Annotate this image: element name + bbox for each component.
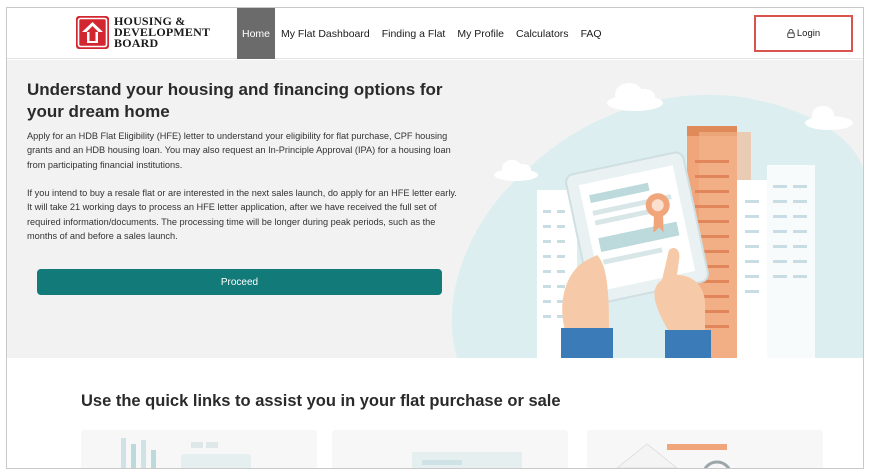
chart-illustration-icon: [121, 438, 251, 468]
nav-finding-a-flat[interactable]: Finding a Flat: [376, 8, 452, 59]
hero-title: Understand your housing and financing op…: [27, 80, 443, 121]
quick-links-title: Use the quick links to assist you in you…: [81, 392, 561, 410]
lock-icon: [787, 29, 795, 38]
hero-paragraph-resale: If you intend to buy a resale flat or ar…: [27, 188, 457, 242]
hero-paragraph-hfe: Apply for an HDB Flat Eligibility (HFE) …: [27, 131, 451, 170]
nav-faq[interactable]: FAQ: [575, 8, 608, 59]
hero-section: Understand your housing and financing op…: [7, 60, 863, 358]
house-illustration-icon: [616, 443, 731, 468]
quick-link-card[interactable]: [587, 430, 823, 468]
building-right: [737, 165, 815, 358]
hdb-logo[interactable]: HOUSING & DEVELOPMENT BOARD: [76, 15, 210, 50]
nav-my-flat-dashboard[interactable]: My Flat Dashboard: [275, 8, 376, 59]
document-illustration-icon: [412, 452, 522, 468]
hdb-house-logo-icon: [76, 16, 109, 49]
nav-my-profile[interactable]: My Profile: [451, 8, 510, 59]
cloud-icon: [607, 83, 663, 111]
logo-line-3: BOARD: [114, 36, 159, 50]
quick-link-card[interactable]: [81, 430, 317, 468]
nav-calculators[interactable]: Calculators: [510, 8, 575, 59]
quick-link-card[interactable]: [332, 430, 568, 468]
nav-home[interactable]: Home: [237, 8, 276, 59]
browser-viewport: HOUSING & DEVELOPMENT BOARD Home My Flat…: [6, 7, 864, 469]
main-nav: Home My Flat Dashboard Finding a Flat My…: [237, 8, 608, 59]
quick-links-section: Use the quick links to assist you in you…: [7, 358, 863, 468]
cloud-icon: [805, 106, 853, 130]
proceed-button[interactable]: Proceed: [37, 269, 442, 295]
logo-wordmark: HOUSING & DEVELOPMENT BOARD: [114, 15, 210, 50]
login-button[interactable]: Login: [758, 19, 849, 48]
site-header: HOUSING & DEVELOPMENT BOARD Home My Flat…: [7, 8, 863, 59]
hero-illustration: [451, 83, 863, 358]
login-label: Login: [796, 28, 821, 39]
